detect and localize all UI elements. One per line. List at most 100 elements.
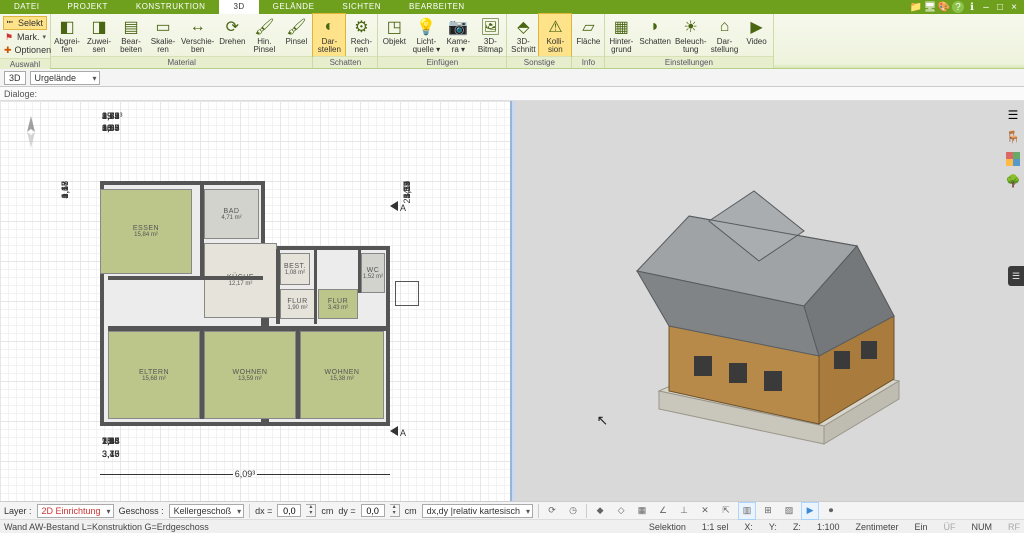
help-icon[interactable]: ? <box>952 1 964 13</box>
geschoss-combo[interactable]: Kellergeschoß <box>169 504 245 518</box>
screen-icon[interactable]: 🖥 <box>924 1 936 13</box>
darstellen-button[interactable]: ◐Dar- stellen <box>313 14 345 56</box>
snap-endpoint-icon[interactable]: ◆ <box>592 503 608 519</box>
tab-sichten[interactable]: SICHTEN <box>328 0 395 14</box>
layer-combo[interactable]: 2D Einrichtung <box>37 504 114 518</box>
schnitt3d-button[interactable]: ⬘3D- Schnitt <box>507 14 539 56</box>
schatten2-button[interactable]: ◗Schatten <box>637 14 673 56</box>
darstellung-button[interactable]: ⌂Dar- stellung <box>709 14 741 56</box>
tab-projekt[interactable]: PROJEKT <box>53 0 121 14</box>
hintergrund-button[interactable]: ▦Hinter- grund <box>605 14 637 56</box>
tab-konstruktion[interactable]: KONSTRUKTION <box>122 0 220 14</box>
terrain-combo[interactable]: Urgelände <box>30 71 100 85</box>
kamera-button[interactable]: 📷Kame- ra ▾ <box>442 14 474 56</box>
hinpinsel-button[interactable]: 🖌Hin. Pinsel <box>248 14 280 56</box>
snap-xyz-icon[interactable]: ⊞ <box>760 503 776 519</box>
flaeche-button[interactable]: ▱Fläche <box>572 14 604 56</box>
folder-icon[interactable]: 📁 <box>910 1 922 13</box>
kamera-label: Kame- ra ▾ <box>447 38 471 54</box>
snap-mid-icon[interactable]: ◇ <box>613 503 629 519</box>
dx-spinner[interactable]: ▴▾ <box>306 504 316 517</box>
layers-icon[interactable]: ☰ <box>1005 107 1021 123</box>
auswahl-minipanel: ⭰Selekt ⚑Mark.▾ ✚Optionen <box>0 14 50 58</box>
bitmap3d-icon: 🖼 <box>479 16 501 38</box>
dx-input[interactable] <box>277 504 301 517</box>
beleuchtung-button[interactable]: ☀Beleuch- tung <box>673 14 709 56</box>
objekt-button[interactable]: ◳Objekt <box>378 14 410 56</box>
snap-ext-icon[interactable]: ⇱ <box>718 503 734 519</box>
tree-icon[interactable]: 🌳 <box>1005 173 1021 189</box>
coord-mode-combo[interactable]: dx,dy |relativ kartesisch <box>422 504 533 518</box>
bearbeiten-button[interactable]: ▤Bear- beiten <box>115 14 147 56</box>
tab-3d[interactable]: 3D <box>219 0 258 14</box>
group-label: Info <box>572 56 604 68</box>
room-eltern[interactable]: ELTERN15,68 m² <box>108 331 200 419</box>
dimension: 1,06 <box>100 436 122 446</box>
bearbeiten-label: Bear- beiten <box>120 38 142 54</box>
darstellen-label: Dar- stellen <box>318 38 341 54</box>
status-unit: Zentimeter <box>855 522 898 532</box>
snap-angle-icon[interactable]: ∠ <box>655 503 671 519</box>
hintergrund-icon: ▦ <box>610 16 632 38</box>
dy-spinner[interactable]: ▴▾ <box>390 504 400 517</box>
furniture-icon[interactable]: 🪑 <box>1005 129 1021 145</box>
snap-int-icon[interactable]: ✕ <box>697 503 713 519</box>
bitmap3d-button[interactable]: 🖼3D- Bitmap <box>474 14 506 56</box>
drehen-button[interactable]: ⟳Drehen <box>216 14 248 56</box>
selekt-button[interactable]: ⭰Selekt <box>3 16 47 30</box>
tool-refresh-icon[interactable]: ⟳ <box>544 503 560 519</box>
minimize-icon[interactable]: – <box>980 1 992 13</box>
tab-bearbeiten[interactable]: BEARBEITEN <box>395 0 479 14</box>
palette-icon[interactable]: 🎨 <box>938 1 950 13</box>
video-button[interactable]: ▶Video <box>741 14 773 56</box>
zuweisen-icon: ◨ <box>88 16 110 38</box>
materials-icon[interactable] <box>1005 151 1021 167</box>
view-3d-viewport[interactable]: ↖ ☰ 🪑 🌳 ☰ <box>515 101 1024 501</box>
skalieren-button[interactable]: ▭Skalie- ren <box>147 14 179 56</box>
mode-3d-button[interactable]: 3D <box>4 71 26 85</box>
pinsel-label: Pinsel <box>285 38 307 46</box>
rechnen-button[interactable]: ⚙Rech- nen <box>345 14 377 56</box>
optionen-button[interactable]: ✚Optionen <box>3 44 47 56</box>
close-icon[interactable]: × <box>1008 1 1020 13</box>
flaeche-label: Fläche <box>576 38 600 46</box>
zuweisen-button[interactable]: ◨Zuwei- sen <box>83 14 115 56</box>
dx-unit: cm <box>321 506 333 516</box>
kollision-button[interactable]: ⚠Kolli- sion <box>539 14 571 56</box>
pinsel-button[interactable]: 🖌Pinsel <box>280 14 312 56</box>
play-icon[interactable]: ▶ <box>802 503 818 519</box>
plan-2d-viewport[interactable]: 3,442,321,71³99491,39952,65 1,84141,4540… <box>0 101 512 501</box>
snap-grid-icon[interactable]: ▦ <box>634 503 650 519</box>
north-compass-icon <box>14 115 48 149</box>
tab-datei[interactable]: DATEI <box>0 0 53 14</box>
maximize-icon[interactable]: □ <box>994 1 1006 13</box>
room-best[interactable]: BEST.1,08 m² <box>280 253 310 285</box>
schatten2-icon: ◗ <box>644 16 666 38</box>
abgreifen-button[interactable]: ◧Abgrei- fen <box>51 14 83 56</box>
room-wohnen2[interactable]: WOHNEN15,38 m² <box>300 331 384 419</box>
side-drawer-handle[interactable]: ☰ <box>1008 266 1024 286</box>
room-flur2[interactable]: FLUR3,43 m² <box>318 289 358 319</box>
snap-layer-icon[interactable]: ▥ <box>739 503 755 519</box>
mark-button[interactable]: ⚑Mark.▾ <box>3 31 47 43</box>
dy-input[interactable] <box>361 504 385 517</box>
room-kueche[interactable]: KÜCHE12,17 m² <box>204 243 277 318</box>
tab-gelände[interactable]: GELÄNDE <box>259 0 329 14</box>
snap-hatch-icon[interactable]: ▨ <box>781 503 797 519</box>
room-essen[interactable]: ESSEN15,84 m² <box>100 189 192 274</box>
tool-clock-icon[interactable]: ◷ <box>565 503 581 519</box>
room-wc[interactable]: WC1,52 m² <box>361 253 385 293</box>
hintergrund-label: Hinter- grund <box>609 38 633 54</box>
room-bad[interactable]: BAD4,71 m² <box>204 189 259 239</box>
room-flur1[interactable]: FLUR1,90 m² <box>280 289 315 319</box>
beleuchtung-icon: ☀ <box>680 16 702 38</box>
snap-perp-icon[interactable]: ⊥ <box>676 503 692 519</box>
lichtquelle-label: Licht- quelle ▾ <box>413 38 441 54</box>
room-wohnen1[interactable]: WOHNEN13,59 m² <box>204 331 296 419</box>
verschieben-button[interactable]: ↔Verschie- ben <box>179 14 216 56</box>
info-icon[interactable]: ℹ <box>966 1 978 13</box>
record-icon[interactable]: ⏺ <box>823 503 839 519</box>
lichtquelle-button[interactable]: 💡Licht- quelle ▾ <box>410 14 442 56</box>
hinpinsel-icon: 🖌 <box>253 16 275 38</box>
status-y: Y: <box>769 522 777 532</box>
